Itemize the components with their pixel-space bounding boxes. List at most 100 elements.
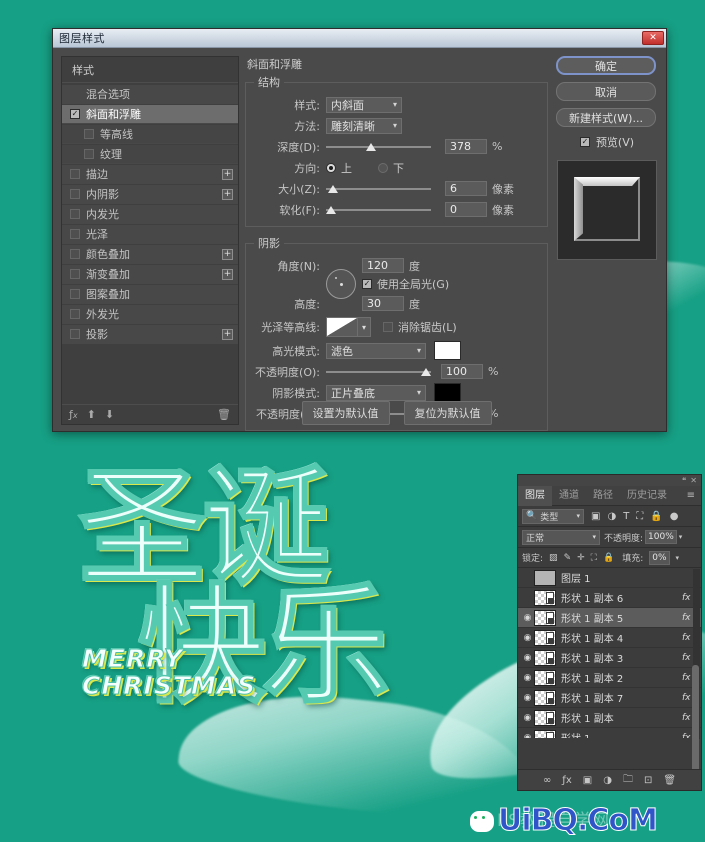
size-slider[interactable] [326, 182, 431, 196]
style-item-checkbox[interactable] [70, 289, 80, 299]
bevel-style-select[interactable]: 内斜面 ▾ [326, 96, 402, 113]
style-item-checkbox[interactable] [70, 169, 80, 179]
highlight-mode-select[interactable]: 滤色 ▾ [326, 342, 426, 359]
add-effect-icon[interactable]: + [222, 188, 233, 200]
layer-thumbnail[interactable] [534, 669, 556, 686]
cancel-button[interactable]: 取消 [556, 82, 656, 101]
new-style-button[interactable]: 新建样式(W)... [556, 108, 656, 127]
opacity-value[interactable]: 100% [645, 530, 677, 544]
layer-row[interactable]: ◉形状 1 副本 3fx▾ [518, 648, 701, 668]
dial-handle-icon[interactable] [335, 277, 337, 279]
technique-select[interactable]: 雕刻清晰 ▾ [326, 117, 402, 134]
mask-icon[interactable]: ▣ [583, 775, 592, 786]
style-list-item[interactable]: 混合选项 [62, 85, 238, 104]
style-list-item[interactable]: 外发光 [62, 305, 238, 324]
style-item-checkbox[interactable] [70, 229, 80, 239]
style-item-checkbox[interactable]: ✓ [70, 109, 80, 119]
move-down-icon[interactable]: ⬇ [105, 408, 114, 421]
add-effect-icon[interactable]: + [222, 268, 233, 280]
visibility-toggle-icon[interactable]: ◉ [521, 673, 534, 683]
vector-mask-thumbnail[interactable] [546, 691, 554, 704]
layer-thumbnail[interactable] [534, 609, 556, 626]
shadow-color-swatch[interactable] [434, 383, 461, 402]
altitude-input[interactable]: 30 [362, 296, 404, 311]
fx-icon[interactable]: fx [682, 593, 694, 603]
size-slider-knob[interactable] [328, 184, 338, 193]
vector-mask-thumbnail[interactable] [546, 651, 554, 664]
ok-button[interactable]: 确定 [556, 56, 656, 75]
antialias-checkbox[interactable] [383, 322, 393, 332]
soften-slider-knob[interactable] [326, 205, 336, 214]
dialog-titlebar[interactable]: 图层样式 ✕ [53, 29, 666, 48]
layer-row[interactable]: ◉形状 1 副本 7fx▾ [518, 688, 701, 708]
global-light-checkbox[interactable]: ✓ [362, 279, 372, 289]
text-filter-icon[interactable]: T [623, 511, 629, 522]
close-icon[interactable]: ✕ [642, 31, 664, 45]
blend-mode-select[interactable]: 正常 ▾ [522, 529, 600, 545]
direction-up-radio[interactable] [326, 162, 336, 173]
link-icon[interactable]: ∞ [543, 775, 551, 786]
filter-type-select[interactable]: 🔍 类型 ▾ [522, 508, 584, 524]
chevron-down-icon[interactable]: ▾ [676, 554, 680, 562]
fx-icon[interactable]: ƒx [69, 408, 78, 421]
style-list-item[interactable]: 内阴影 + [62, 185, 238, 204]
close-icon[interactable]: ✕ [690, 476, 697, 485]
shape-filter-icon[interactable]: ⛶ [636, 511, 643, 522]
style-item-checkbox[interactable] [70, 189, 80, 199]
layer-thumbnail[interactable] [534, 709, 556, 726]
vector-mask-thumbnail[interactable] [546, 631, 554, 644]
chevron-down-icon[interactable]: ▾ [358, 317, 371, 337]
layer-row[interactable]: ◉形状 1 副本 5fx▾ [518, 608, 701, 628]
style-item-checkbox[interactable] [70, 249, 80, 259]
highlight-opacity-knob[interactable] [421, 367, 431, 376]
soften-slider[interactable] [326, 203, 431, 217]
chevron-down-icon[interactable]: ▾ [679, 533, 683, 541]
layer-thumbnail[interactable] [534, 569, 556, 586]
style-list-item[interactable]: 内发光 [62, 205, 238, 224]
highlight-color-swatch[interactable] [434, 341, 461, 360]
new-layer-icon[interactable]: ⊡ [644, 775, 652, 786]
lock-filter-icon[interactable]: 🔒 [650, 511, 662, 522]
layer-thumbnail[interactable] [534, 589, 556, 606]
visibility-toggle-icon[interactable]: ◉ [521, 633, 534, 643]
visibility-toggle-icon[interactable]: ◉ [521, 733, 534, 739]
layer-thumbnail[interactable] [534, 629, 556, 646]
style-list-item[interactable]: ✓ 斜面和浮雕 [62, 105, 238, 124]
reset-default-button[interactable]: 复位为默认值 [403, 401, 492, 425]
visibility-toggle-icon[interactable]: ◉ [521, 613, 534, 623]
style-item-checkbox[interactable] [70, 269, 80, 279]
layer-row[interactable]: ◉形状 1 副本 4fx▾ [518, 628, 701, 648]
set-default-button[interactable]: 设置为默认值 [301, 401, 390, 425]
layer-thumbnail[interactable] [534, 729, 556, 738]
highlight-opacity-input[interactable]: 100 [441, 364, 483, 379]
layer-thumbnail[interactable] [534, 689, 556, 706]
panel-collapse-bar[interactable]: ❝ ✕ [518, 475, 701, 486]
visibility-toggle-icon[interactable]: ◉ [521, 693, 534, 703]
panel-tab[interactable]: 图层 [518, 485, 552, 506]
lock-artboard-icon[interactable]: ⛶ [591, 553, 597, 563]
layer-thumbnail[interactable] [534, 649, 556, 666]
add-effect-icon[interactable]: + [222, 248, 233, 260]
panel-tab[interactable]: 通道 [552, 486, 586, 506]
depth-input[interactable]: 378 [445, 139, 487, 154]
style-list-item[interactable]: 光泽 [62, 225, 238, 244]
size-input[interactable]: 6 [445, 181, 487, 196]
angle-dial[interactable] [326, 269, 356, 299]
vector-mask-thumbnail[interactable] [546, 731, 554, 738]
fx-icon[interactable]: fx [682, 653, 694, 663]
layers-list[interactable]: 图层 1形状 1 副本 6fx▾◉形状 1 副本 5fx▾◉形状 1 副本 4f… [518, 568, 701, 738]
fx-icon[interactable]: fx [682, 613, 694, 623]
preview-checkbox[interactable]: ✓ [579, 137, 590, 147]
style-item-checkbox[interactable] [70, 209, 80, 219]
direction-down-radio[interactable] [378, 162, 388, 173]
shadow-mode-select[interactable]: 正片叠底 ▾ [326, 384, 426, 401]
style-list-item[interactable]: 渐变叠加 + [62, 265, 238, 284]
layer-row[interactable]: 图层 1 [518, 568, 701, 588]
adjustment-icon[interactable]: ◑ [603, 775, 612, 786]
style-item-checkbox[interactable] [84, 129, 94, 139]
add-effect-icon[interactable]: + [222, 328, 233, 340]
layer-row[interactable]: ◉形状 1fx▾ [518, 728, 701, 738]
layer-row[interactable]: 形状 1 副本 6fx▾ [518, 588, 701, 608]
panel-menu-icon[interactable]: ≡ [687, 490, 701, 501]
soften-input[interactable]: 0 [445, 202, 487, 217]
